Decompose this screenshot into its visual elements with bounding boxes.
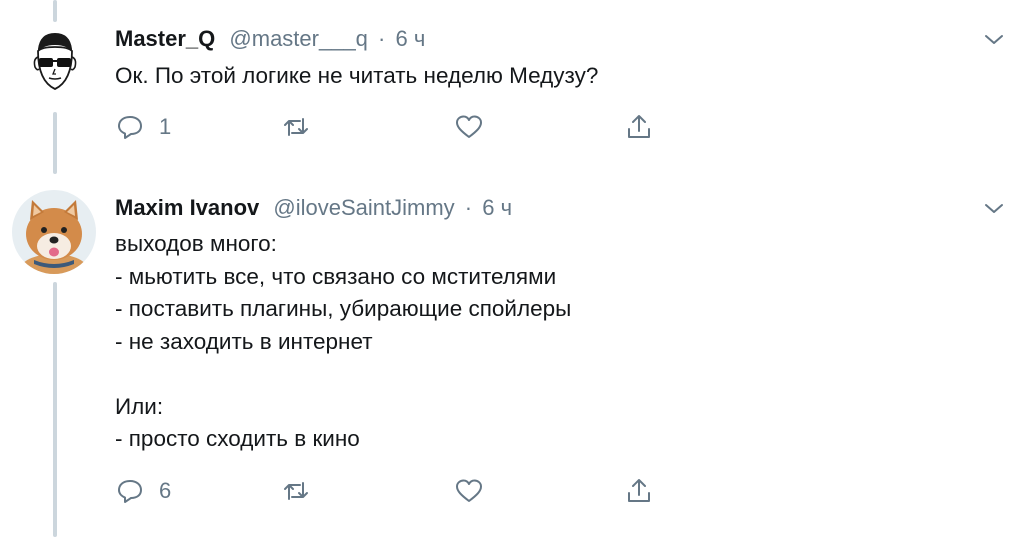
retweet-button[interactable]: [281, 110, 325, 144]
like-button[interactable]: [454, 474, 498, 508]
shiba-dog-avatar[interactable]: [12, 190, 96, 274]
author-handle[interactable]: @master___q: [229, 26, 368, 51]
tweet-menu-chevron-down-icon[interactable]: [982, 28, 1006, 52]
retweet-button[interactable]: [281, 474, 325, 508]
author-name[interactable]: Maxim Ivanov: [115, 195, 259, 220]
tweet-maxim-ivanov[interactable]: Maxim Ivanov @iloveSaintJimmy · 6 ч выхо…: [0, 170, 1024, 537]
reply-button[interactable]: 6: [115, 474, 171, 508]
share-icon: [628, 479, 650, 502]
retweet-icon: [284, 482, 308, 500]
author-name[interactable]: Master_Q: [115, 26, 215, 51]
reply-count: 1: [159, 114, 172, 139]
heart-icon: [456, 479, 482, 502]
tweet-menu-chevron-down-icon[interactable]: [982, 197, 1006, 221]
heart-icon: [456, 115, 482, 138]
tweet-time[interactable]: 6 ч: [396, 26, 426, 51]
sunglasses-man-avatar[interactable]: [18, 25, 92, 99]
tweet-actions: 1: [115, 110, 675, 144]
tweet-header: Maxim Ivanov @iloveSaintJimmy · 6 ч: [115, 195, 512, 221]
like-button[interactable]: [454, 110, 498, 144]
tweet-header: Master_Q @master___q · 6 ч: [115, 26, 425, 52]
retweet-icon: [284, 118, 308, 136]
reply-icon: [118, 480, 142, 503]
reply-button[interactable]: 1: [115, 110, 171, 144]
tweet-text: Ок. По этой логике не читать неделю Меду…: [115, 63, 599, 88]
author-handle[interactable]: @iloveSaintJimmy: [273, 195, 454, 220]
reply-icon: [118, 116, 142, 139]
separator-dot: ·: [378, 26, 386, 51]
tweet-master-q[interactable]: Master_Q @master___q · 6 ч Ок. По этой л…: [0, 0, 1024, 170]
separator-dot: ·: [464, 195, 473, 220]
share-button[interactable]: [624, 110, 654, 144]
tweet-time[interactable]: 6 ч: [482, 195, 512, 220]
share-button[interactable]: [624, 474, 654, 508]
share-icon: [628, 115, 650, 138]
tweet-actions: 6: [115, 474, 675, 508]
reply-count: 6: [159, 478, 172, 503]
tweet-text: выходов много: - мьютить все, что связан…: [115, 231, 572, 451]
